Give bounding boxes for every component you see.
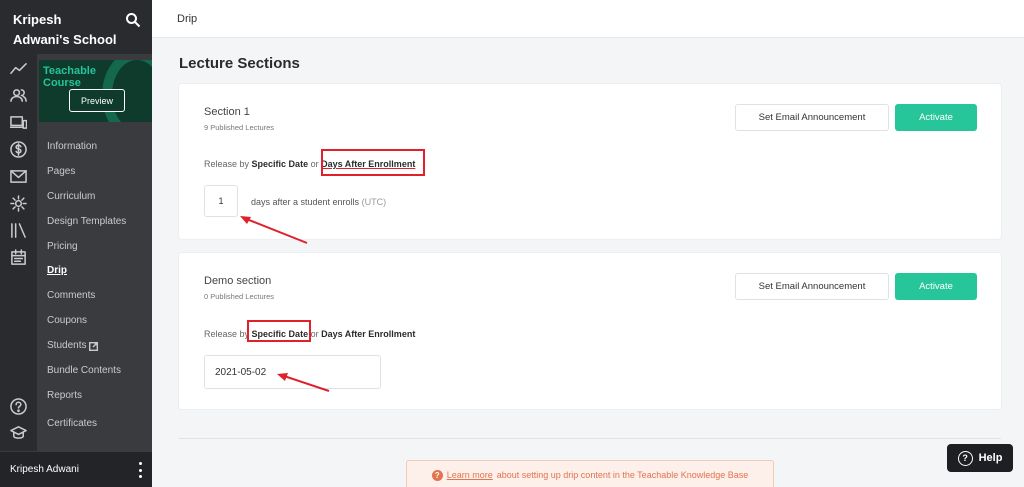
- graduation-cap-icon[interactable]: [9, 423, 28, 442]
- menu-item-pages[interactable]: Pages: [47, 159, 126, 184]
- thumbnail-title: Teachable Course: [43, 65, 96, 89]
- menu-item-label: Pricing: [47, 240, 78, 252]
- analytics-icon[interactable]: [9, 60, 28, 79]
- user-footer: Kripesh Adwani: [0, 451, 152, 487]
- menu-item-label: Certificates: [47, 417, 98, 429]
- release-prefix: Release by: [204, 329, 250, 339]
- menu-item-label: Curriculum: [47, 190, 96, 202]
- menu-item-label: Drip: [47, 265, 67, 277]
- icon-rail: [0, 0, 37, 487]
- section-title: Section 1: [204, 106, 250, 118]
- users-icon[interactable]: [9, 86, 28, 105]
- top-bar: Drip: [152, 0, 1024, 38]
- days-text: days after a student enrolls: [251, 197, 360, 207]
- thumbnail-title-line1: Teachable: [43, 65, 96, 77]
- option-specific-date[interactable]: Specific Date: [252, 159, 309, 169]
- help-label: Help: [978, 452, 1003, 464]
- knowledge-base-banner: ? Learn more about setting up drip conte…: [406, 460, 774, 487]
- menu-item-certificates[interactable]: Certificates: [47, 411, 126, 436]
- menu-item-label: Reports: [47, 389, 83, 401]
- external-link-icon: [89, 341, 99, 352]
- section-lecture-count: 0 Published Lectures: [204, 292, 275, 301]
- menu-item-label: Coupons: [47, 315, 88, 327]
- thumbnail-title-line2: Course: [43, 77, 81, 89]
- menu-item-label: Pages: [47, 165, 76, 177]
- menu-item-label: Information: [47, 140, 98, 152]
- menu-item-coupons[interactable]: Coupons: [47, 308, 126, 333]
- kebab-menu-icon[interactable]: [136, 462, 144, 478]
- timezone-label: (UTC): [361, 197, 387, 207]
- menu-item-label: Students: [47, 340, 87, 352]
- menu-item-reports[interactable]: Reports: [47, 383, 126, 408]
- highlight-box: [247, 320, 311, 342]
- activate-button[interactable]: Activate: [895, 273, 977, 300]
- section-title: Demo section: [204, 275, 272, 287]
- set-email-announcement-button[interactable]: Set Email Announcement: [735, 104, 889, 131]
- user-name[interactable]: Kripesh Adwani: [10, 464, 79, 475]
- dollar-icon[interactable]: [9, 140, 28, 159]
- help-button[interactable]: ? Help: [947, 444, 1013, 472]
- help-circle-icon[interactable]: [9, 397, 28, 416]
- highlight-box: [321, 149, 425, 176]
- menu-item-curriculum[interactable]: Curriculum: [47, 184, 126, 209]
- course-thumbnail: Teachable Course Preview: [39, 60, 152, 122]
- annotation-arrow: [240, 216, 308, 244]
- mail-icon[interactable]: [9, 167, 28, 186]
- menu-item-students[interactable]: Students: [47, 333, 126, 358]
- release-prefix: Release by: [204, 159, 250, 169]
- kb-banner-text: about setting up drip content in the Tea…: [496, 470, 749, 480]
- gear-icon[interactable]: [9, 194, 28, 213]
- page-breadcrumb: Drip: [177, 13, 198, 25]
- set-email-announcement-button[interactable]: Set Email Announcement: [735, 273, 889, 300]
- page-title: Lecture Sections: [179, 55, 300, 72]
- search-icon[interactable]: [125, 12, 141, 28]
- calendar-icon[interactable]: [9, 248, 28, 267]
- activate-button[interactable]: Activate: [895, 104, 977, 131]
- help-icon: ?: [957, 450, 973, 466]
- annotation-arrow: [277, 373, 330, 392]
- menu-item-label: Bundle Contents: [47, 364, 121, 376]
- menu-item-drip[interactable]: Drip: [47, 258, 126, 283]
- menu-item-comments[interactable]: Comments: [47, 283, 126, 308]
- question-icon: ?: [431, 469, 443, 481]
- days-input[interactable]: 1: [204, 185, 238, 217]
- days-description: days after a student enrolls (UTC): [251, 197, 386, 207]
- section-lecture-count: 9 Published Lectures: [204, 123, 275, 132]
- school-name[interactable]: Kripesh Adwani's School: [13, 10, 118, 50]
- menu-item-design-templates[interactable]: Design Templates: [47, 209, 126, 234]
- learn-more-link[interactable]: Learn more: [447, 470, 493, 480]
- library-icon[interactable]: [9, 221, 28, 240]
- divider: [179, 438, 1001, 439]
- menu-item-label: Design Templates: [47, 215, 127, 227]
- course-menu: Information Pages Curriculum Design Temp…: [47, 134, 126, 436]
- school-header: Kripesh Adwani's School: [0, 0, 152, 54]
- menu-item-pricing[interactable]: Pricing: [47, 234, 126, 259]
- release-or: or: [310, 159, 319, 169]
- devices-icon[interactable]: [9, 113, 28, 132]
- menu-item-bundle-contents[interactable]: Bundle Contents: [47, 358, 126, 383]
- menu-item-information[interactable]: Information: [47, 134, 126, 159]
- release-or: or: [310, 329, 319, 339]
- menu-item-label: Comments: [47, 290, 96, 302]
- option-days-after-enrollment[interactable]: Days After Enrollment: [321, 329, 415, 339]
- preview-button[interactable]: Preview: [69, 89, 125, 112]
- course-submenu: Teachable Course Preview Information Pag…: [37, 54, 152, 451]
